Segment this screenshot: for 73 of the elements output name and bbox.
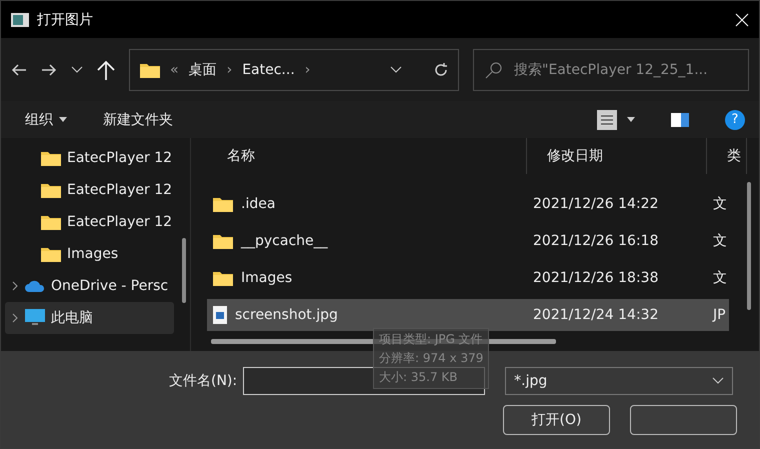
recent-locations-button[interactable]	[71, 66, 83, 74]
cloud-icon	[25, 280, 45, 292]
file-type-dropdown[interactable]: *.jpg	[505, 367, 734, 395]
up-button[interactable]	[97, 60, 115, 80]
address-label[interactable]: 桌面	[188, 60, 217, 78]
file-name: .idea	[241, 196, 276, 212]
sidebar-item[interactable]: Images	[5, 238, 174, 270]
file-date: 2021/12/26 14:22	[533, 196, 658, 212]
address-label[interactable]: «	[170, 62, 179, 78]
sidebar-item[interactable]: EatecPlayer 12	[5, 142, 174, 174]
address-bar[interactable]: « 桌面 › Eatec... ›	[129, 48, 459, 90]
search-icon	[485, 60, 503, 78]
filename-label: 文件名(N):	[169, 372, 238, 390]
tooltip-line: 项目类型: JPG 文件	[379, 331, 484, 348]
file-type: 文	[713, 195, 727, 213]
scrollbar-thumb[interactable]	[182, 238, 186, 303]
forward-button[interactable]	[41, 62, 57, 76]
organize-button[interactable]: 组织	[25, 110, 67, 128]
column-header[interactable]: 名称	[207, 138, 527, 174]
chevron-down-icon	[390, 66, 402, 74]
refresh-icon	[434, 62, 448, 76]
folder-icon	[213, 196, 233, 212]
file-date: 2021/12/26 18:38	[533, 270, 658, 286]
caret-down-icon	[627, 117, 635, 122]
file-row[interactable]: __pycache__ 2021/12/26 16:18 文	[207, 225, 729, 257]
chevron-right-icon	[11, 281, 19, 291]
chevron-down-icon	[71, 66, 83, 74]
folder-icon	[140, 62, 160, 78]
sidebar-item[interactable]: 此电脑	[5, 302, 174, 334]
file-date: 2021/12/26 16:18	[533, 233, 658, 249]
column-header[interactable]: 修改日期	[527, 138, 707, 174]
file-type: 文	[713, 232, 727, 250]
scrollbar-thumb[interactable]	[747, 182, 751, 310]
window-title: 打开图片	[37, 10, 94, 28]
cancel-button[interactable]	[630, 405, 737, 435]
sidebar-item[interactable]: EatecPlayer 12	[5, 174, 174, 206]
address-label[interactable]: ›	[226, 62, 232, 78]
image-file-icon	[213, 306, 227, 324]
file-name: screenshot.jpg	[235, 307, 338, 323]
folder-icon	[41, 150, 61, 166]
file-row[interactable]: .idea 2021/12/26 14:22 文	[207, 188, 729, 220]
file-type: JP	[713, 307, 726, 323]
folder-icon	[213, 233, 233, 249]
address-label[interactable]: Eatec...	[242, 62, 295, 78]
column-header[interactable]: 类	[707, 138, 747, 174]
search-field[interactable]: 搜索"EatecPlayer 12_25_1...	[473, 48, 749, 90]
tooltip-line: 大小: 35.7 KB	[379, 369, 458, 386]
tooltip-line: 分辨率: 974 x 379	[379, 350, 484, 367]
file-type: 文	[713, 269, 727, 287]
preview-pane-button[interactable]	[671, 112, 689, 126]
help-button[interactable]: ?	[725, 110, 745, 130]
file-row[interactable]: Images 2021/12/26 18:38 文	[207, 262, 729, 294]
open-button[interactable]: 打开(O)	[503, 405, 610, 435]
computer-icon	[25, 309, 45, 327]
chevron-right-icon	[11, 313, 19, 323]
back-button[interactable]	[11, 62, 27, 76]
folder-icon	[213, 270, 233, 286]
app-icon	[11, 12, 29, 26]
caret-down-icon	[59, 117, 67, 122]
file-name: __pycache__	[241, 233, 328, 249]
view-menu-button[interactable]	[597, 110, 635, 130]
folder-icon	[41, 214, 61, 230]
file-date: 2021/12/24 14:32	[533, 307, 658, 323]
close-button[interactable]	[735, 12, 749, 26]
folder-icon	[41, 246, 61, 262]
folder-icon	[41, 182, 61, 198]
chevron-down-icon	[712, 377, 724, 385]
sidebar-item[interactable]: EatecPlayer 12	[5, 206, 174, 238]
address-label[interactable]: ›	[304, 62, 310, 78]
sidebar-item[interactable]: OneDrive - Persc	[5, 270, 174, 302]
new-folder-button[interactable]: 新建文件夹	[103, 110, 173, 128]
file-name: Images	[241, 270, 292, 286]
file-row[interactable]: screenshot.jpg 2021/12/24 14:32 JP	[207, 299, 729, 331]
